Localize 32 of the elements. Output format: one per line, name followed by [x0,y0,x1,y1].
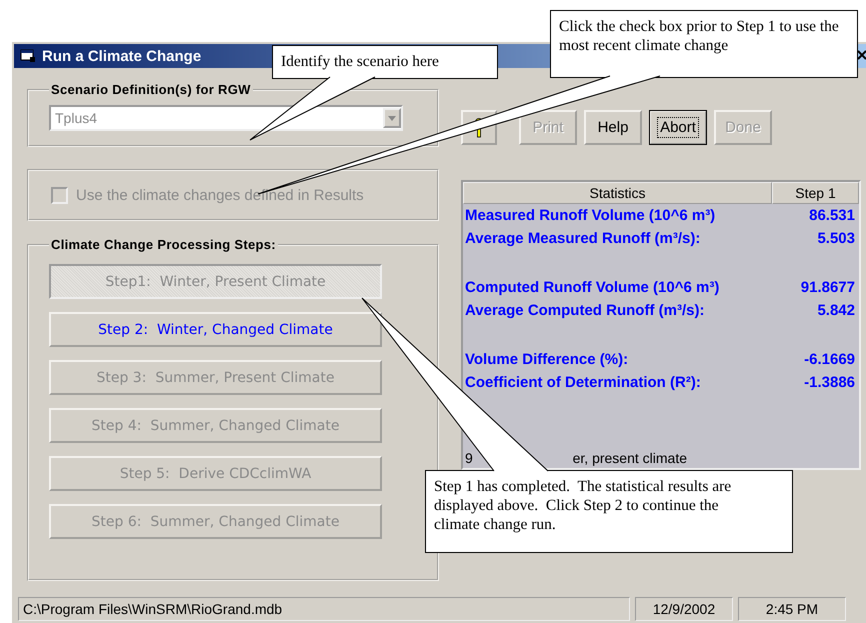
dropdown-arrow-icon [388,116,396,120]
statistic-label: Measured Runoff Volume (10^6 m³) [465,207,716,224]
callout-text: Step 1 has completed. The statistical results are displayed above. Click Step 2 to continue the climate change run. [434,478,732,533]
statistic-value: 5.503 [817,230,855,247]
statistic-value: 86.531 [809,207,855,224]
status-panel: 12/9/2002 [635,597,733,621]
column-header: Step 1 [772,182,859,204]
statistic-value: 5.842 [817,302,855,319]
statistic-value: -1.3886 [804,374,855,391]
step-button[interactable]: Step 2: Winter, Changed Climate [49,312,382,347]
window-title: Run a Climate Change [42,48,202,64]
toolbar-button[interactable]: Abort [649,110,707,145]
column-header: Statistics [463,182,772,204]
status-panel: 2:45 PM [738,597,846,621]
app-icon [20,49,36,63]
statistic-label: Average Computed Runoff (m³/s): [465,302,706,319]
callout-text: Identify the scenario here [281,53,439,70]
statistic-value: -6.1669 [804,351,855,368]
group-label: Scenario Definition(s) for RGW [50,82,252,97]
callout-text: Click the check box prior to Step 1 to use the most recent climate change [559,18,840,54]
statistic-label: Average Measured Runoff (m³/s): [465,230,702,247]
status-text: er, present climate [572,450,687,466]
statistic-value: 91.8677 [800,279,855,296]
close-icon[interactable] [857,50,866,60]
status-panel: C:\Program Files\WinSRM\RioGrand.mdb [18,597,630,621]
toolbar-button[interactable]: Help [584,110,642,145]
checkbox-label: Use the climate changes defined in Results [76,186,364,204]
statistic-label: Computed Runoff Volume (10^6 m³) [465,279,720,296]
group-label: Climate Change Processing Steps: [50,237,277,252]
status-text: 9 [465,450,473,466]
statistic-label: Volume Difference (%): [465,351,630,368]
statistic-label: Coefficient of Determination (R²): [465,374,702,391]
